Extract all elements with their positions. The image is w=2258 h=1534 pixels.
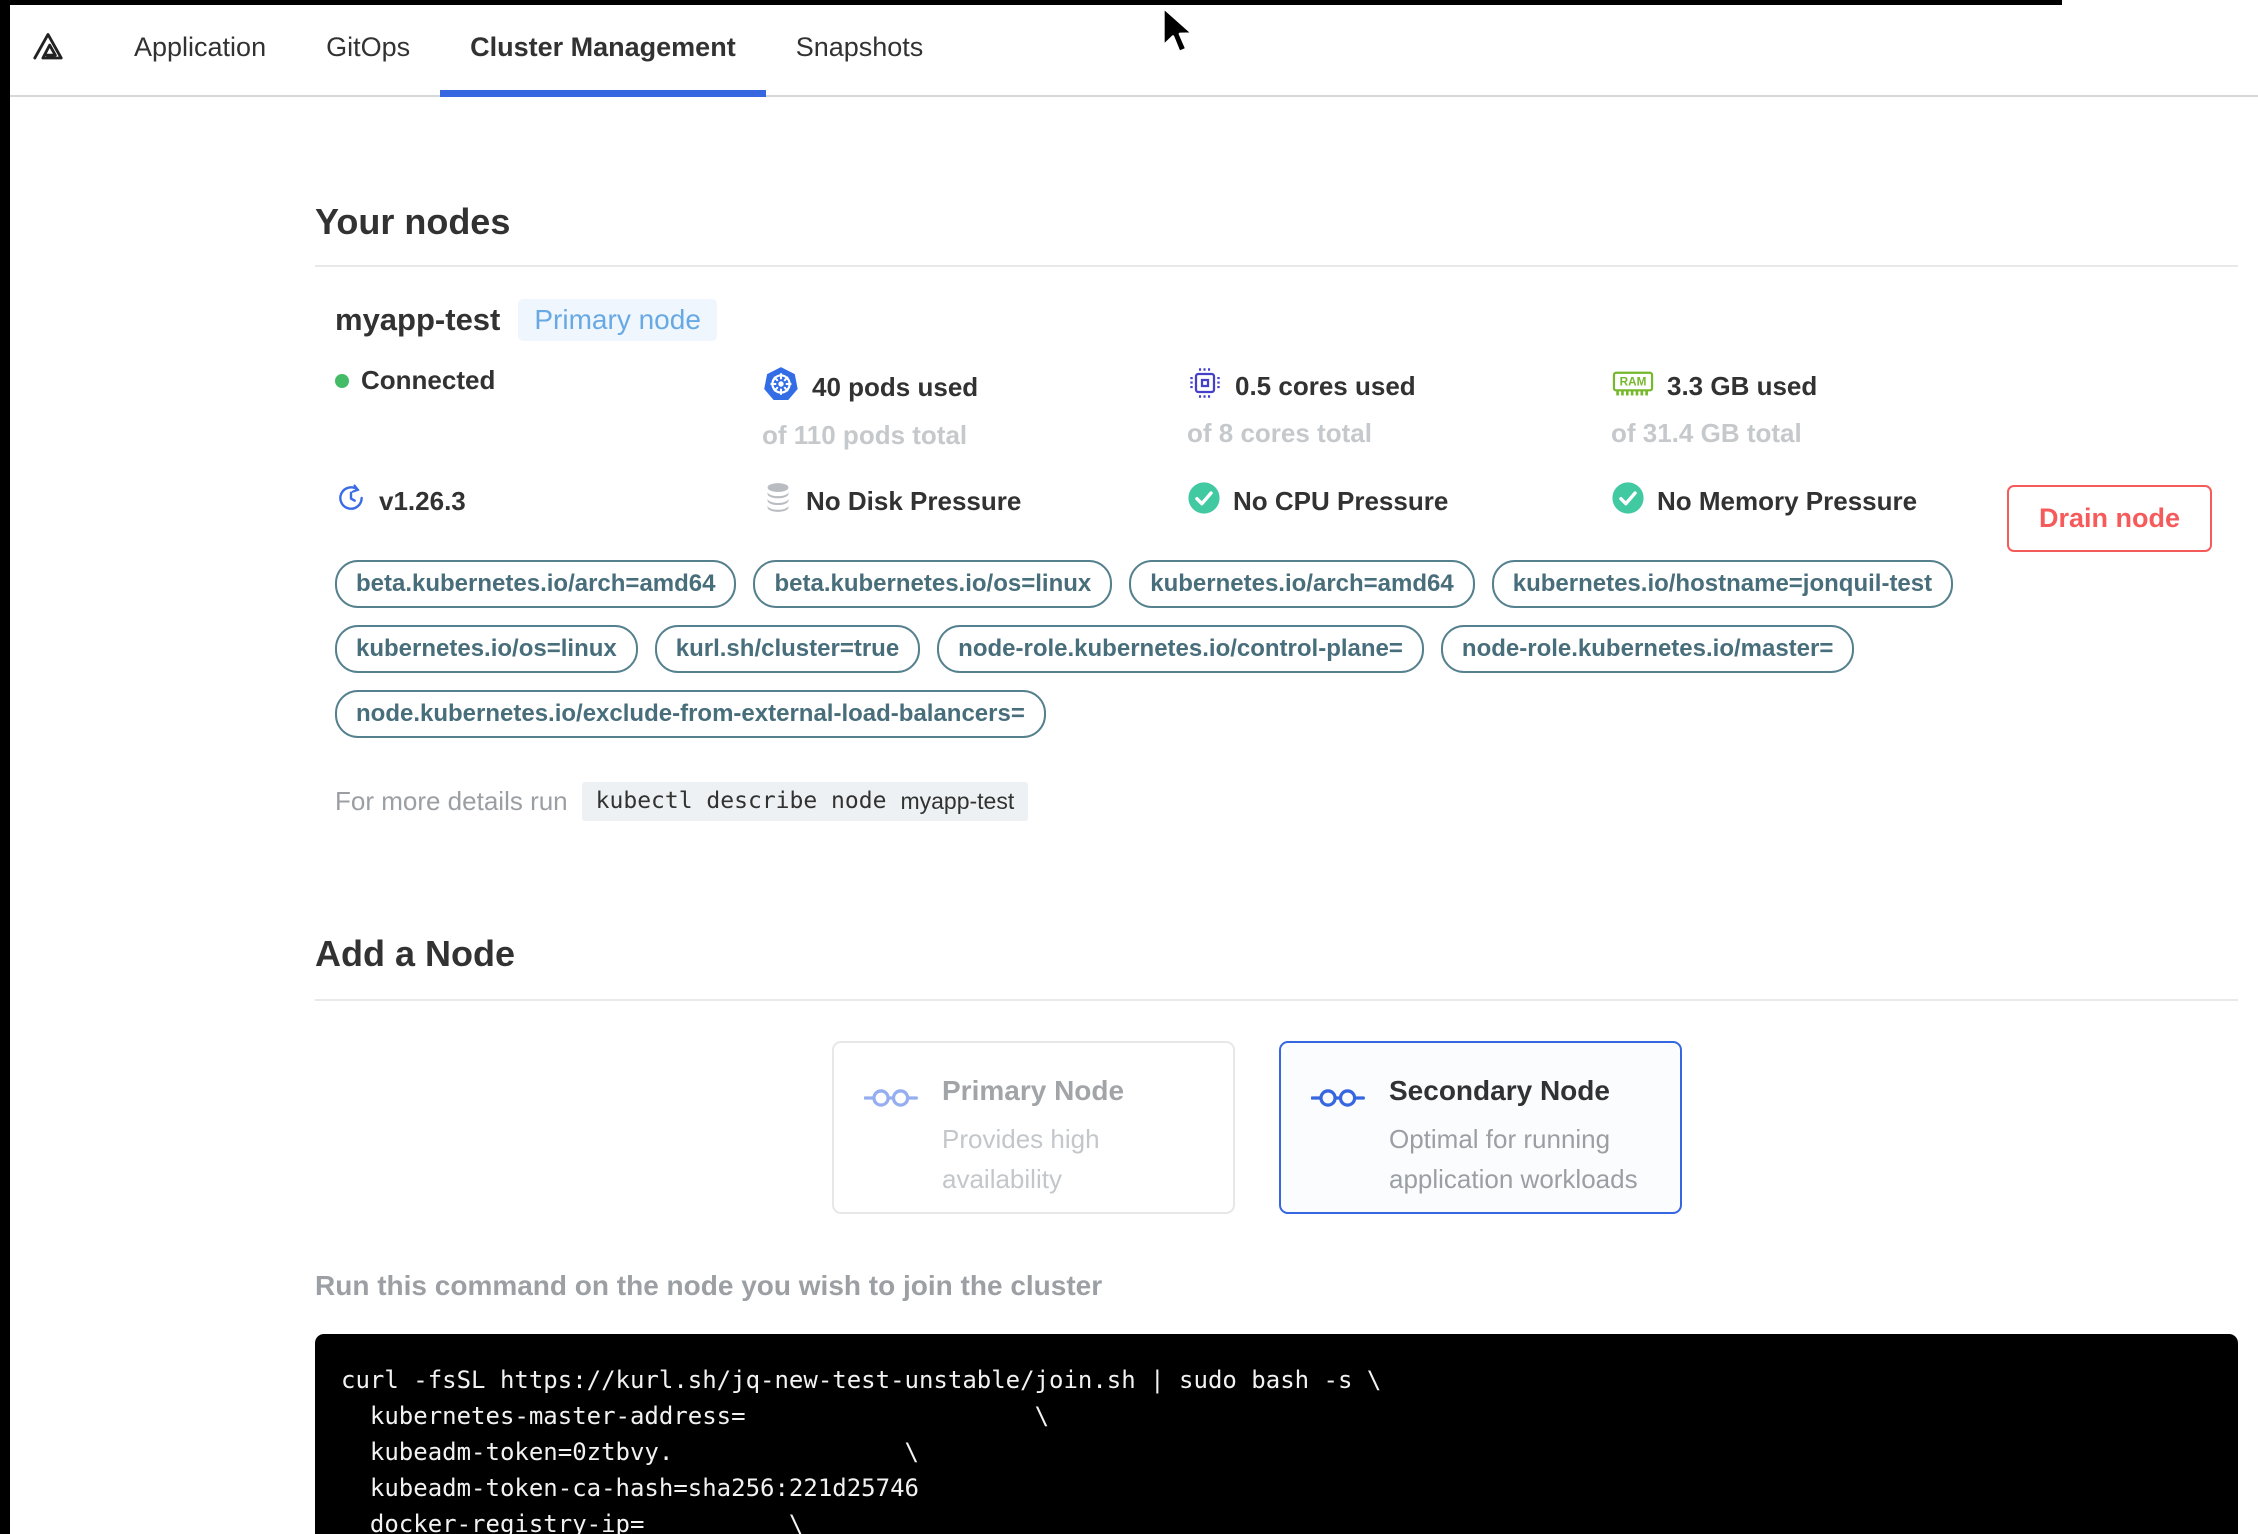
primary-node-option-title: Primary Node: [942, 1075, 1125, 1106]
tab-cluster-management[interactable]: Cluster Management: [440, 0, 766, 97]
node-label-pill: beta.kubernetes.io/os=linux: [753, 560, 1113, 608]
tab-snapshots[interactable]: Snapshots: [766, 0, 954, 95]
section-divider: [315, 265, 2238, 267]
node-label-pill: kurl.sh/cluster=true: [654, 625, 921, 673]
describe-command-node: myapp-test: [900, 788, 1015, 814]
secondary-node-option-title: Secondary Node: [1389, 1075, 1610, 1106]
connected-dot-icon: [335, 373, 349, 388]
details-prefix: For more details run: [335, 786, 568, 816]
secondary-node-option[interactable]: Secondary Node Optimal for running appli…: [1279, 1041, 1682, 1214]
drain-node-button[interactable]: Drain node: [2006, 485, 2212, 552]
node-label-pill: kubernetes.io/os=linux: [335, 625, 638, 673]
your-nodes-title: Your nodes: [315, 201, 511, 242]
join-command-block: curl -fsSL https://kurl.sh/jq-new-test-u…: [315, 1334, 2238, 1534]
cores-total-label: of 8 cores total: [1187, 418, 1372, 448]
node-label-pill: node-role.kubernetes.io/control-plane=: [937, 625, 1424, 673]
replicated-logo-icon[interactable]: [30, 28, 66, 64]
main-content: Your nodes myapp-test Primary node Conne…: [0, 201, 2258, 1534]
disk-pressure-label: No Disk Pressure: [806, 486, 1022, 516]
primary-node-badge: Primary node: [518, 299, 717, 341]
secondary-node-option-desc: Optimal for running application workload…: [1389, 1124, 1638, 1195]
memory-pressure-label: No Memory Pressure: [1657, 486, 1918, 516]
node-status-label: Connected: [361, 365, 496, 395]
tab-application[interactable]: Application: [104, 0, 296, 95]
memory-stat: RAM 3.3 GB used of 31.4 GB total: [1611, 365, 2238, 451]
memory-total-label: of 31.4 GB total: [1611, 418, 1802, 448]
version-icon: [335, 482, 367, 521]
window-edge-top: [0, 0, 2062, 5]
svg-text:RAM: RAM: [1620, 376, 1647, 389]
disk-icon: [762, 481, 794, 522]
primary-node-option[interactable]: Primary Node Provides high availability: [832, 1041, 1235, 1214]
pods-used-label: 40 pods used: [812, 372, 979, 402]
check-icon: [1187, 481, 1221, 522]
add-node-title: Add a Node: [315, 933, 516, 974]
join-command-text: curl -fsSL https://kurl.sh/jq-new-test-u…: [341, 1366, 1382, 1534]
memory-used-label: 3.3 GB used: [1667, 371, 1818, 401]
cpu-pressure-condition: No CPU Pressure: [1187, 481, 1611, 522]
node-card: myapp-test Primary node Connected 40 pod…: [315, 299, 2238, 821]
describe-command-text: kubectl describe node: [595, 788, 887, 814]
nav-tabs: Application GitOps Cluster Management Sn…: [104, 0, 954, 97]
node-label-pill: kubernetes.io/hostname=jonquil-test: [1491, 560, 1954, 608]
node-link-icon: [1310, 1085, 1369, 1116]
disk-pressure-condition: No Disk Pressure: [762, 481, 1187, 522]
cpu-pressure-label: No CPU Pressure: [1233, 486, 1449, 516]
node-label-pill: node-role.kubernetes.io/master=: [1440, 625, 1855, 673]
node-labels: beta.kubernetes.io/arch=amd64 beta.kuber…: [335, 560, 1975, 738]
cores-used-label: 0.5 cores used: [1235, 371, 1416, 401]
node-label-pill: beta.kubernetes.io/arch=amd64: [335, 560, 737, 608]
section-divider: [315, 999, 2238, 1001]
pods-stat: 40 pods used of 110 pods total: [762, 365, 1187, 451]
ram-icon: RAM: [1611, 365, 1655, 408]
node-status: Connected: [335, 365, 762, 451]
join-command-instruction: Run this command on the node you wish to…: [315, 1270, 1103, 1301]
node-name: myapp-test: [335, 302, 501, 337]
node-label-pill: node.kubernetes.io/exclude-from-external…: [335, 690, 1046, 738]
pods-total-label: of 110 pods total: [762, 420, 968, 450]
cores-stat: 0.5 cores used of 8 cores total: [1187, 365, 1611, 451]
node-version: v1.26.3: [335, 481, 762, 522]
window-edge-left: [0, 0, 10, 1534]
version-label: v1.26.3: [379, 486, 466, 516]
node-label-pill: kubernetes.io/arch=amd64: [1129, 560, 1475, 608]
node-type-options: Primary Node Provides high availability …: [832, 1041, 2238, 1214]
primary-node-option-desc: Provides high availability: [942, 1124, 1100, 1195]
top-nav: Application GitOps Cluster Management Sn…: [0, 0, 2258, 97]
kubernetes-icon: [762, 365, 800, 410]
node-details-hint: For more details run kubectl describe no…: [335, 782, 2238, 821]
node-link-icon: [863, 1085, 922, 1116]
cpu-icon: [1187, 365, 1223, 408]
node-stats-grid: Connected 40 pods used of 110 pods total…: [335, 365, 2238, 522]
check-icon: [1611, 481, 1645, 522]
describe-node-command: kubectl describe node myapp-test: [581, 782, 1029, 821]
tab-gitops[interactable]: GitOps: [296, 0, 440, 95]
